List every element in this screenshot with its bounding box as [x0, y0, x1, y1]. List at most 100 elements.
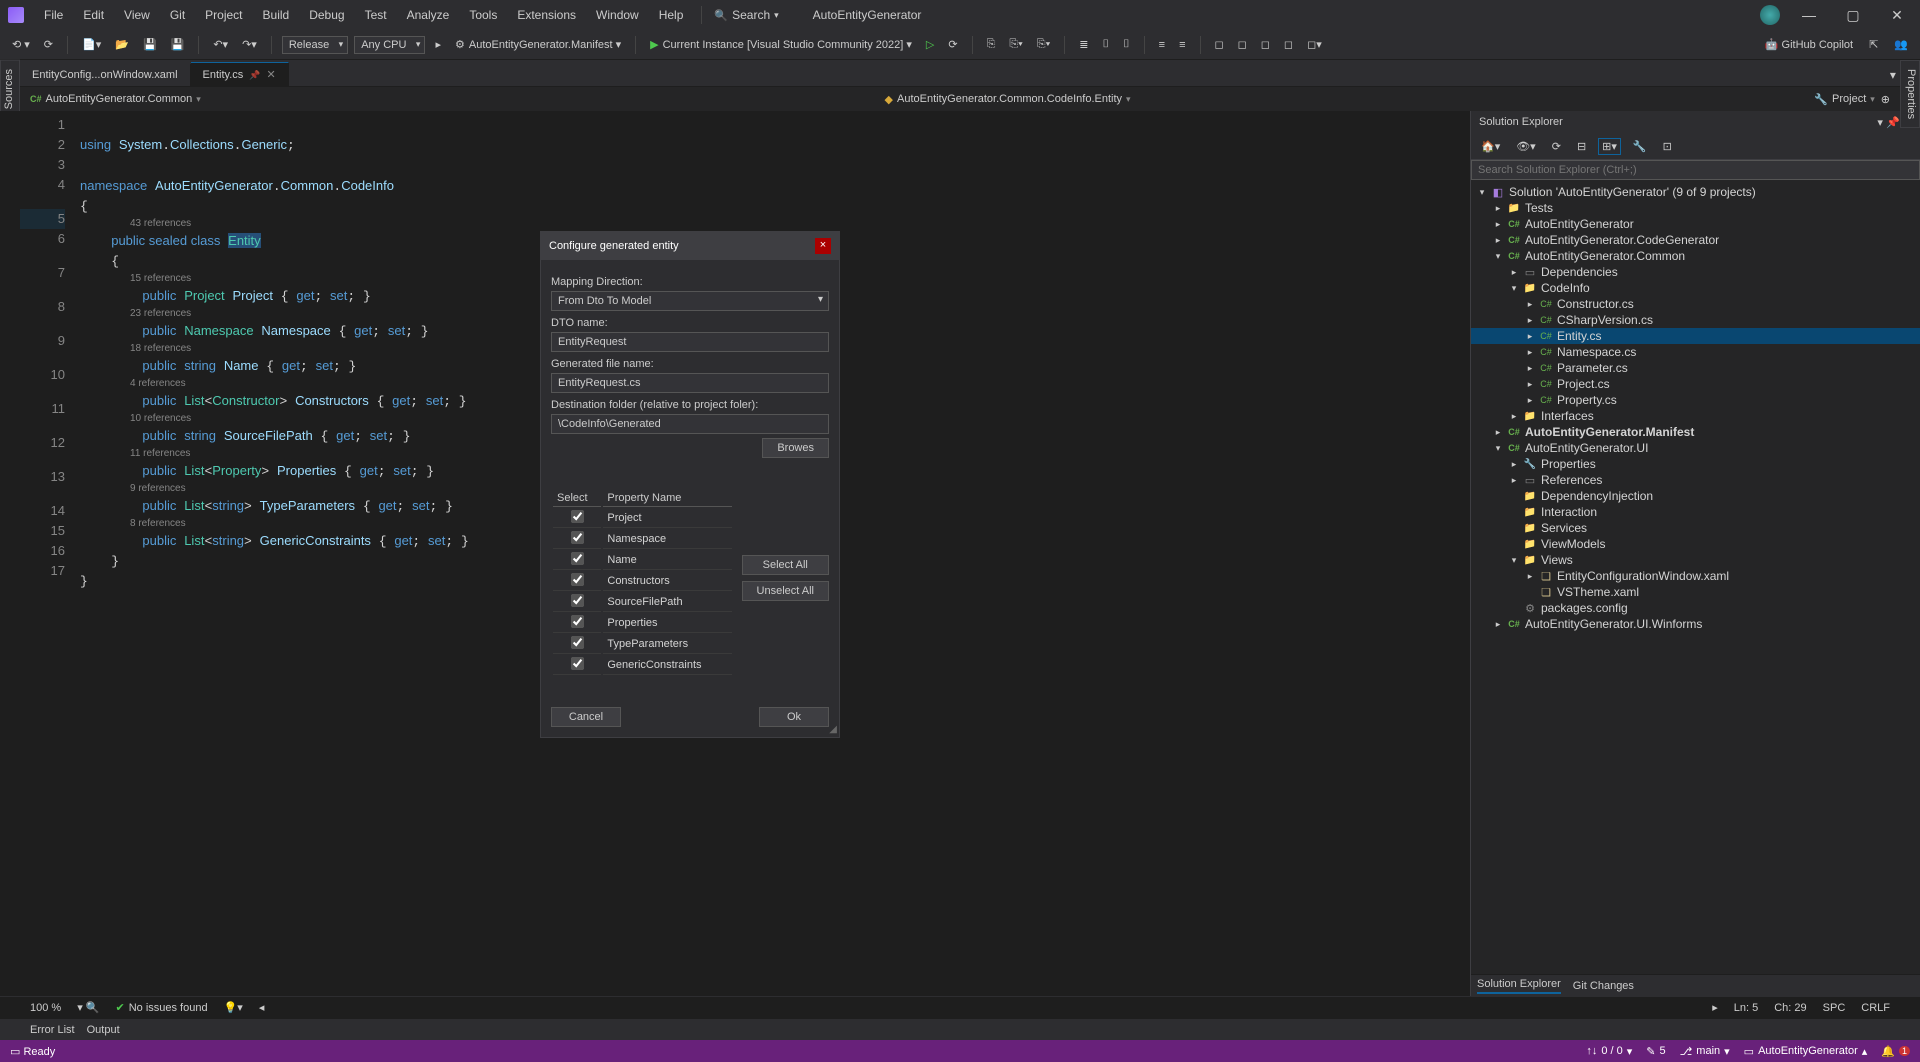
start-debug-button[interactable]: Current Instance [Visual Studio Communit…	[646, 36, 916, 53]
ok-button[interactable]: Ok	[759, 707, 829, 727]
refresh-icon[interactable]: ⟳	[1548, 138, 1565, 155]
bookmark-icon[interactable]: ◻▾	[1303, 36, 1326, 53]
properties-icon[interactable]: 🔧	[1629, 138, 1651, 155]
notifications-icon[interactable]: 🔔1	[1881, 1045, 1910, 1058]
cancel-button[interactable]: Cancel	[551, 707, 621, 727]
preview-icon[interactable]: ⊡	[1659, 138, 1676, 155]
expand-icon[interactable]: ▸	[1525, 347, 1535, 358]
tree-item[interactable]: ▸Project.cs	[1471, 376, 1920, 392]
expand-icon[interactable]: ▸	[1509, 411, 1519, 422]
open-icon[interactable]: 📂	[111, 36, 133, 53]
sync-icon[interactable]: 👁▾	[1512, 138, 1540, 155]
tab-output[interactable]: Output	[87, 1024, 120, 1036]
toolbar-icon[interactable]: ≡	[1175, 37, 1189, 53]
prop-checkbox[interactable]	[571, 573, 584, 586]
menu-file[interactable]: File	[34, 4, 73, 26]
tree-item[interactable]: ▸Namespace.cs	[1471, 344, 1920, 360]
indent-indicator[interactable]: SPC	[1823, 1002, 1846, 1014]
menu-git[interactable]: Git	[160, 4, 195, 26]
collapse-icon[interactable]: ⊟	[1573, 138, 1590, 155]
dialog-close-button[interactable]: ×	[815, 238, 831, 254]
expand-icon[interactable]: ▸	[1493, 203, 1503, 214]
menu-tools[interactable]: Tools	[459, 4, 507, 26]
bookmark-icon[interactable]: ◻	[1257, 36, 1274, 53]
bookmark-icon[interactable]: ◻	[1234, 36, 1251, 53]
panel-title[interactable]: Solution Explorer ▾ 📌 ✕	[1471, 111, 1920, 134]
share-icon[interactable]: ⇱	[1865, 36, 1882, 53]
expand-icon[interactable]: ▸	[1493, 219, 1503, 230]
undo-icon[interactable]: ↶▾	[209, 36, 232, 53]
user-avatar-icon[interactable]	[1760, 5, 1780, 25]
tree-item[interactable]: ▸Property.cs	[1471, 392, 1920, 408]
expand-icon[interactable]: ▾	[1509, 555, 1519, 566]
minimize-button[interactable]: —	[1794, 7, 1824, 23]
back-icon[interactable]: ⟲ ▾	[8, 36, 34, 53]
tree-item[interactable]: ▸Properties	[1471, 456, 1920, 472]
table-row[interactable]: TypeParameters	[553, 635, 732, 654]
menu-debug[interactable]: Debug	[299, 4, 354, 26]
dropdown-icon[interactable]: ▾	[1877, 117, 1883, 129]
tab-git-changes[interactable]: Git Changes	[1573, 980, 1634, 992]
side-tab-properties[interactable]: Properties	[1900, 60, 1920, 128]
scroll-tabs-icon[interactable]: ▾	[1890, 68, 1896, 82]
bookmark-icon[interactable]: ◻	[1211, 36, 1228, 53]
start-nodebug-icon[interactable]: ▷	[922, 36, 938, 53]
expand-icon[interactable]: ▸	[1493, 619, 1503, 630]
tree-item[interactable]: ▸Dependencies	[1471, 264, 1920, 280]
expand-icon[interactable]: ▸	[1525, 379, 1535, 390]
branch-indicator[interactable]: ⎇ main ▾	[1680, 1045, 1730, 1058]
expand-icon[interactable]: ▸	[1493, 427, 1503, 438]
mapping-direction-dropdown[interactable]: From Dto To Model	[551, 291, 829, 311]
scroll-right-icon[interactable]: ▸	[1712, 1001, 1718, 1014]
expand-icon[interactable]: ▸	[1509, 267, 1519, 278]
expand-icon[interactable]: ▸	[1493, 235, 1503, 246]
table-row[interactable]: Name	[553, 551, 732, 570]
pin-icon[interactable]	[249, 69, 260, 81]
char-indicator[interactable]: Ch: 29	[1774, 1002, 1806, 1014]
prop-checkbox[interactable]	[571, 615, 584, 628]
tree-item[interactable]: ▸Entity.cs	[1471, 328, 1920, 344]
tree-item[interactable]: ▸AutoEntityGenerator.Manifest	[1471, 424, 1920, 440]
dto-name-input[interactable]	[551, 332, 829, 352]
tree-item[interactable]: ▸EntityConfigurationWindow.xaml	[1471, 568, 1920, 584]
tree-item[interactable]: ▸Tests	[1471, 200, 1920, 216]
menu-window[interactable]: Window	[586, 4, 649, 26]
destination-folder-input[interactable]	[551, 414, 829, 434]
browse-button[interactable]: Browes	[762, 438, 829, 458]
code-editor[interactable]: 1234 5 6 7 8 9 10 11 12 13 14151617 usin…	[0, 111, 1470, 996]
tree-item[interactable]: ▾Views	[1471, 552, 1920, 568]
tree-item[interactable]: ▾AutoEntityGenerator.UI	[1471, 440, 1920, 456]
nav-member-dropdown[interactable]: 🔧 Project	[1814, 93, 1874, 106]
show-all-icon[interactable]: ⊞▾	[1598, 138, 1621, 155]
expand-icon[interactable]: ▾	[1493, 251, 1503, 262]
close-icon[interactable]: ✕	[267, 68, 276, 81]
table-row[interactable]: Project	[553, 509, 732, 528]
tree-item[interactable]: DependencyInjection	[1471, 488, 1920, 504]
tab-error-list[interactable]: Error List	[30, 1024, 75, 1036]
close-button[interactable]: ✕	[1882, 7, 1912, 24]
table-row[interactable]: Constructors	[553, 572, 732, 591]
prop-checkbox[interactable]	[571, 510, 584, 523]
split-editor-icon[interactable]: ⊕	[1881, 93, 1890, 106]
search-box[interactable]: Search ▾	[710, 8, 782, 22]
resize-grip-icon[interactable]: ◢	[829, 724, 837, 735]
expand-icon[interactable]: ▾	[1477, 187, 1487, 198]
prop-checkbox[interactable]	[571, 636, 584, 649]
prop-checkbox[interactable]	[571, 552, 584, 565]
prop-checkbox[interactable]	[571, 657, 584, 670]
tree-item[interactable]: ▸Parameter.cs	[1471, 360, 1920, 376]
doc-tab-entityconfig[interactable]: EntityConfig...onWindow.xaml	[20, 64, 191, 86]
table-row[interactable]: SourceFilePath	[553, 593, 732, 612]
expand-icon[interactable]: ▸	[1525, 299, 1535, 310]
tree-item[interactable]: ▸AutoEntityGenerator	[1471, 216, 1920, 232]
tree-item[interactable]: Interaction	[1471, 504, 1920, 520]
stop-icon[interactable]: ⟳	[944, 36, 961, 53]
nav-project-dropdown[interactable]: C# AutoEntityGenerator.Common	[30, 93, 201, 105]
doc-tab-entity[interactable]: Entity.cs ✕	[191, 62, 289, 86]
tree-item[interactable]: ▸CSharpVersion.cs	[1471, 312, 1920, 328]
step-icon[interactable]: ⎘▾	[1033, 36, 1054, 53]
issues-indicator[interactable]: No issues found	[115, 1001, 207, 1014]
bookmark-icon[interactable]: ◻	[1280, 36, 1297, 53]
save-icon[interactable]: 💾	[139, 36, 161, 53]
menu-build[interactable]: Build	[253, 4, 300, 26]
